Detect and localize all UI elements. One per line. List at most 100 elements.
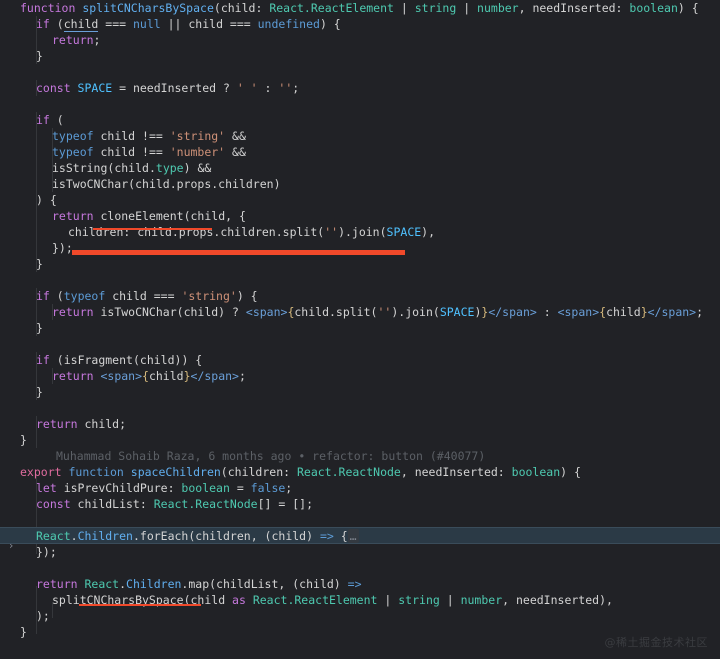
code-line[interactable]: isString(child.type) && xyxy=(0,160,720,176)
token-type: number xyxy=(460,593,503,607)
code-line[interactable]: return; xyxy=(0,32,720,48)
code-line[interactable]: } xyxy=(0,48,720,64)
token-param: child xyxy=(188,17,223,31)
token-jsx-brace: } xyxy=(640,305,648,319)
token-param: needInserted xyxy=(532,1,616,15)
token-punct: ; xyxy=(93,33,101,47)
code-line[interactable]: return child; xyxy=(0,416,720,432)
code-line[interactable]: typeof child !== 'number' && xyxy=(0,144,720,160)
code-line[interactable]: let isPrevChildPure: boolean = false; xyxy=(0,480,720,496)
token-punct: , xyxy=(518,1,533,15)
token-args: (child) xyxy=(176,305,226,319)
code-line-blank[interactable] xyxy=(0,96,720,112)
code-line-blank[interactable] xyxy=(0,400,720,416)
token-keyword: return xyxy=(36,417,78,431)
token-string: 'number' xyxy=(169,145,226,159)
token-param: child xyxy=(105,289,154,303)
token-punct: [] xyxy=(257,497,272,511)
token-keyword: return xyxy=(52,33,94,47)
token-string: 'string' xyxy=(169,129,226,143)
token-jsx-tag: <span> xyxy=(245,305,288,319)
token-punct: ( xyxy=(49,353,64,367)
code-line[interactable]: }); xyxy=(0,544,720,560)
token-punct: && xyxy=(190,161,212,175)
token-variable: isPrevChildPure xyxy=(56,481,168,495)
code-line[interactable]: ); xyxy=(0,608,720,624)
token-keyword: export xyxy=(20,465,62,479)
token-punct: : xyxy=(536,305,558,319)
token-punct: , xyxy=(250,529,265,543)
code-line[interactable]: } xyxy=(0,384,720,400)
code-line[interactable]: if (child === null || child === undefine… xyxy=(0,16,720,32)
token-keyword: return xyxy=(52,209,94,223)
code-line[interactable]: ) { xyxy=(0,192,720,208)
code-line[interactable]: } xyxy=(0,320,720,336)
token-punct: !== xyxy=(142,145,170,159)
code-line[interactable]: typeof child !== 'string' && xyxy=(0,128,720,144)
code-line[interactable]: return React.Children.map(childList, (ch… xyxy=(0,576,720,592)
code-line-blank[interactable] xyxy=(0,64,720,80)
token-property: Children xyxy=(126,577,182,591)
token-type: boolean xyxy=(181,481,230,495)
token-jsx-tag: </span> xyxy=(488,305,537,319)
token-keyword: const xyxy=(36,81,71,95)
code-line[interactable]: } xyxy=(0,432,720,448)
token-keyword: return xyxy=(52,369,94,383)
token-punct: , { xyxy=(225,209,246,223)
token-keyword: return xyxy=(52,305,94,319)
token-punct: ( xyxy=(183,209,191,223)
token-object: React xyxy=(77,577,120,591)
token-punct: }); xyxy=(52,241,73,255)
code-line[interactable]: if (typeof child === 'string') { xyxy=(0,288,720,304)
code-line[interactable]: return cloneElement(child, { xyxy=(0,208,720,224)
code-line[interactable]: const childList: React.ReactNode[] = []; xyxy=(0,496,720,512)
token-keyword: as xyxy=(232,593,246,607)
error-underline-react-children-map xyxy=(79,604,201,606)
code-editor[interactable]: › function splitCNCharsBySpace(child: Re… xyxy=(0,0,720,659)
code-line[interactable]: return isTwoCNChar(child) ? <span>{child… xyxy=(0,304,720,320)
token-keyword: if xyxy=(36,113,50,127)
code-line[interactable]: isTwoCNChar(child.props.children) xyxy=(0,176,720,192)
token-symbol-link[interactable]: child xyxy=(63,17,99,32)
code-lines[interactable]: function splitCNCharsBySpace(child: Reac… xyxy=(0,0,720,640)
code-line[interactable]: return <span>{child}</span>; xyxy=(0,368,720,384)
watermark-text: @稀土掘金技术社区 xyxy=(604,636,708,649)
token-punct: ) { xyxy=(181,353,203,367)
code-line[interactable]: export function spaceChildren(children: … xyxy=(0,464,720,480)
token-punct: } xyxy=(20,433,27,447)
token-param: child xyxy=(220,1,256,15)
code-line-blank[interactable] xyxy=(0,512,720,528)
token-jsx-tag: </span> xyxy=(647,305,697,319)
token-function-name: splitCNCharsBySpace xyxy=(82,1,214,15)
folded-code-placeholder[interactable]: … xyxy=(347,529,359,543)
code-line[interactable]: const SPACE = needInserted ? ' ' : ''; xyxy=(0,80,720,96)
token-keyword: if xyxy=(36,353,50,367)
token-type: string xyxy=(398,593,440,607)
token-punct: ; xyxy=(306,497,314,511)
token-jsx-brace: { xyxy=(142,369,149,383)
token-punct: ; xyxy=(119,417,127,431)
token-punct: ) { xyxy=(36,193,57,207)
token-string: '' xyxy=(377,305,392,319)
code-line[interactable]: } xyxy=(0,256,720,272)
token-args: (child.props.children) xyxy=(128,177,281,191)
code-line[interactable]: function splitCNCharsBySpace(child: Reac… xyxy=(0,0,720,16)
git-blame-annotation[interactable]: Muhammad Sohaib Raza, 6 months ago • ref… xyxy=(0,448,720,464)
code-line[interactable]: if (isFragment(child)) { xyxy=(0,352,720,368)
token-punct: ( xyxy=(49,17,64,31)
token-param: children xyxy=(227,465,284,479)
token-literal: false xyxy=(250,481,286,495)
token-punct: && xyxy=(225,129,246,143)
token-punct: } xyxy=(36,257,43,271)
token-function-call: isTwoCNChar xyxy=(93,305,177,319)
code-line-active[interactable]: React.Children.forEach(children, (child)… xyxy=(0,527,720,544)
token-punct: } xyxy=(20,625,27,639)
token-punct: ? xyxy=(225,305,246,319)
token-punct: } xyxy=(36,321,43,335)
code-line[interactable]: if ( xyxy=(0,112,720,128)
code-line-blank[interactable] xyxy=(0,336,720,352)
token-punct: === xyxy=(153,289,182,303)
code-line-blank[interactable] xyxy=(0,272,720,288)
code-line-blank[interactable] xyxy=(0,560,720,576)
code-line[interactable]: children: child.props.children.split('')… xyxy=(0,224,720,240)
